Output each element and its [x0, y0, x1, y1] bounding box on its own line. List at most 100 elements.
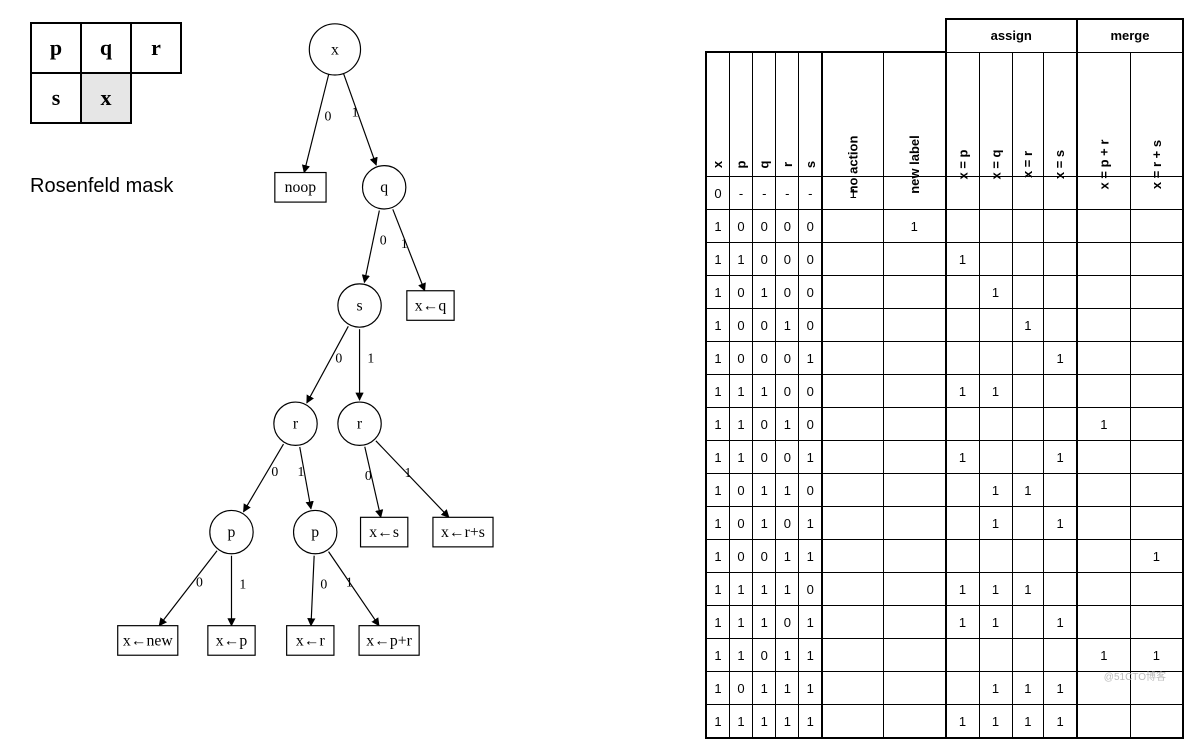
truth-cell: 1 — [729, 606, 752, 639]
truth-cell — [1012, 540, 1044, 573]
truth-cell — [1077, 243, 1130, 276]
truth-cell: 1 — [776, 705, 799, 739]
truth-cell — [1044, 243, 1077, 276]
truth-cell — [946, 408, 980, 441]
truth-cell: 0 — [706, 177, 729, 210]
truth-cell: 0 — [753, 540, 776, 573]
truth-cell: 1 — [979, 606, 1012, 639]
truth-cell: 1 — [776, 672, 799, 705]
truth-cell: 0 — [799, 309, 822, 342]
tree-edge-label: 0 — [271, 464, 278, 479]
truth-cell — [946, 309, 980, 342]
tree-node-label: x←p — [216, 632, 248, 649]
truth-cell: 1 — [1012, 309, 1044, 342]
truth-cell — [979, 177, 1012, 210]
truth-cell: 0 — [776, 276, 799, 309]
truth-cell: 0 — [753, 441, 776, 474]
truth-cell — [979, 342, 1012, 375]
tree-node-label: q — [380, 179, 388, 196]
truth-cell — [1044, 540, 1077, 573]
truth-cell: 1 — [753, 606, 776, 639]
truth-cell — [822, 342, 883, 375]
truth-cell: 0 — [753, 342, 776, 375]
truth-cell — [1077, 474, 1130, 507]
truth-cell: 1 — [776, 408, 799, 441]
truth-cell — [1044, 573, 1077, 606]
truth-cell: 0 — [753, 408, 776, 441]
tree-edge-label: 1 — [346, 575, 353, 590]
mask-cell-p: p — [31, 23, 81, 73]
truth-cell — [946, 672, 980, 705]
truth-cell: 1 — [753, 276, 776, 309]
tree-edge — [364, 210, 379, 282]
truth-cell: 1 — [1012, 573, 1044, 606]
truth-cell: 1 — [776, 474, 799, 507]
tree-edge-label: 0 — [380, 232, 387, 247]
truth-cell — [822, 474, 883, 507]
truth-cell: 1 — [776, 573, 799, 606]
truth-cell: 1 — [1130, 540, 1183, 573]
truth-cell: 1 — [706, 342, 729, 375]
truth-cell — [884, 672, 946, 705]
truth-cell — [884, 705, 946, 739]
tree-node-label: r — [293, 416, 299, 433]
tree-node-label: x←r+s — [441, 524, 485, 541]
truth-cell — [1130, 474, 1183, 507]
tree-edge-label: 0 — [325, 108, 332, 123]
truth-cell — [1077, 606, 1130, 639]
truth-cell: 0 — [753, 639, 776, 672]
tree-node-label: p — [311, 524, 319, 541]
tree-node-label: r — [357, 416, 363, 433]
truth-cell: 1 — [729, 441, 752, 474]
truth-cell: 0 — [799, 474, 822, 507]
truth-cell — [979, 408, 1012, 441]
truth-cell: 1 — [706, 276, 729, 309]
truth-cell: 1 — [799, 507, 822, 540]
truth-cell — [979, 309, 1012, 342]
truth-cell — [1077, 507, 1130, 540]
truth-cell — [1012, 408, 1044, 441]
tree-edge-label: 1 — [297, 464, 304, 479]
truth-cell — [1130, 606, 1183, 639]
tree-node-label: noop — [285, 179, 317, 196]
tree-edge — [311, 556, 314, 626]
mask-cell-s: s — [31, 73, 81, 123]
truth-cell — [822, 375, 883, 408]
truth-cell — [884, 243, 946, 276]
truth-cell — [979, 540, 1012, 573]
truth-cell: 0 — [729, 342, 752, 375]
truth-cell: 1 — [706, 540, 729, 573]
truth-cell — [884, 441, 946, 474]
truth-cell: 0 — [729, 672, 752, 705]
truth-cell: - — [729, 177, 752, 210]
truth-cell — [822, 606, 883, 639]
col-header: x = q — [988, 150, 1003, 180]
truth-cell — [1077, 375, 1130, 408]
tree-node-label: x←r — [296, 632, 326, 649]
truth-cell: 1 — [799, 705, 822, 739]
tree-edge-label: 1 — [401, 236, 408, 251]
col-header: q — [757, 161, 772, 169]
truth-cell: 1 — [706, 639, 729, 672]
truth-cell — [1130, 243, 1183, 276]
truth-cell — [979, 243, 1012, 276]
truth-cell — [1012, 507, 1044, 540]
truth-cell — [1077, 441, 1130, 474]
truth-cell — [884, 309, 946, 342]
col-header: x = r — [1020, 151, 1035, 178]
tree-node-label: x←new — [123, 632, 173, 649]
truth-cell — [822, 672, 883, 705]
truth-cell: 1 — [799, 639, 822, 672]
truth-cell: 1 — [1044, 705, 1077, 739]
truth-cell: 1 — [1130, 639, 1183, 672]
truth-cell: 1 — [753, 507, 776, 540]
truth-cell — [1012, 441, 1044, 474]
truth-cell: 1 — [799, 672, 822, 705]
truth-cell: 1 — [706, 210, 729, 243]
tree-edge — [159, 551, 217, 626]
truth-cell: 0 — [799, 408, 822, 441]
truth-cell: 1 — [979, 672, 1012, 705]
truth-cell: 1 — [706, 507, 729, 540]
truth-cell: 0 — [729, 507, 752, 540]
truth-cell: 1 — [753, 573, 776, 606]
